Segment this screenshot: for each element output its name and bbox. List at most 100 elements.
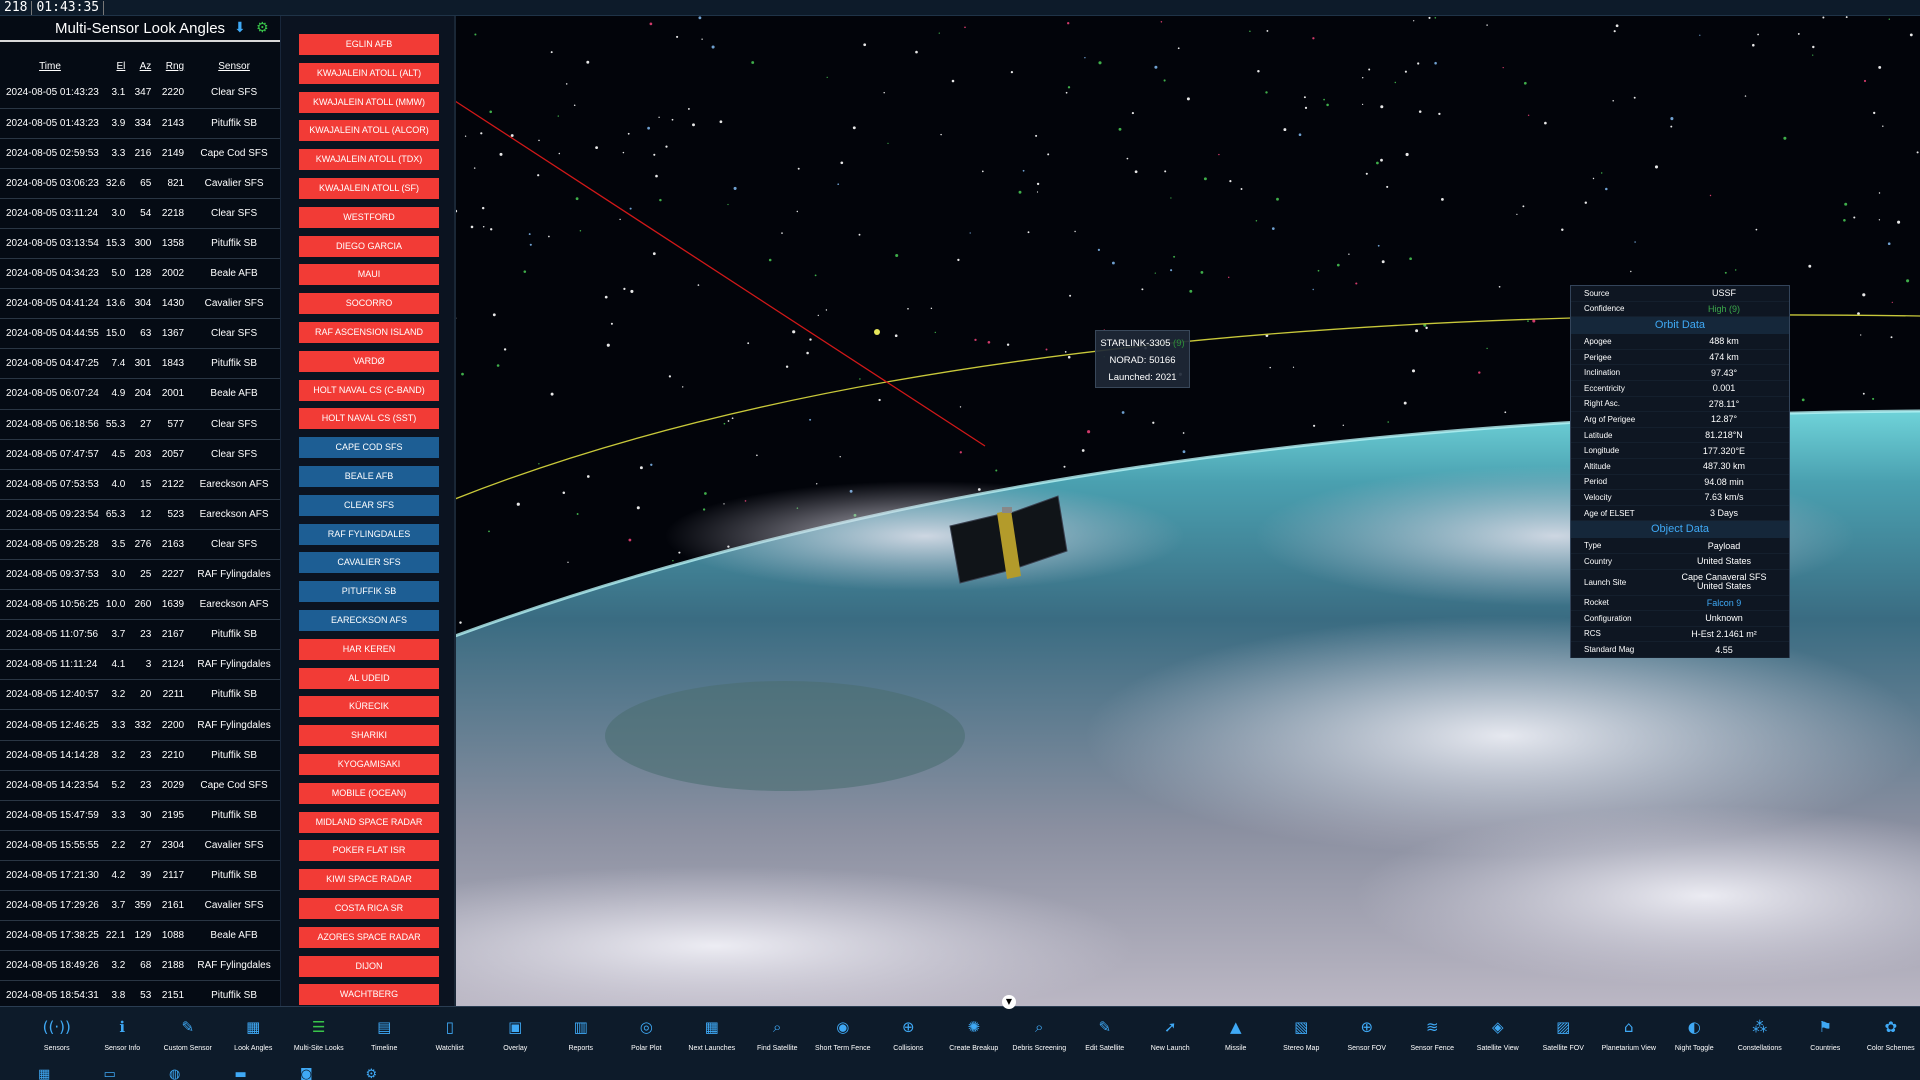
table-row[interactable]: 2024-08-05 09:25:28 3.5 276 2163 Clear SFS [0,529,280,561]
sensor-button[interactable]: CAVALIER SFS [299,552,439,574]
table-row[interactable]: 2024-08-05 01:43:23 3.9 334 2143 Pituffik SB [0,108,280,139]
table-row[interactable]: 2024-08-05 17:38:25 22.1 129 1088 Beale AFB [0,920,280,952]
menu-item-satellite-fov[interactable]: ▨ Satellite FOV [1531,1016,1597,1064]
section-header-orbit[interactable]: Orbit Data [1571,317,1789,335]
sensor-button[interactable]: RAF ASCENSION ISLAND [299,321,439,343]
sensor-button[interactable]: AZORES SPACE RADAR [299,926,439,948]
menu-item-find-satellite[interactable]: ⌕ Find Satellite [745,1016,811,1064]
table-row[interactable]: 2024-08-05 03:13:54 15.3 300 1358 Pituffik S… [0,228,280,260]
column-header-time[interactable]: Time [0,42,100,78]
sensor-button[interactable]: SOCORRO [299,293,439,315]
sensor-button[interactable]: KWAJALEIN ATOLL (TDX) [299,149,439,171]
column-header-sensor[interactable]: Sensor [188,42,280,78]
menu-item-reports[interactable]: ▥ Reports [548,1016,614,1064]
menu-item-new-launch[interactable]: ➚ New Launch [1138,1016,1204,1064]
sensor-button[interactable]: EARECKSON AFS [299,609,439,631]
table-row[interactable]: 2024-08-05 18:54:31 3.8 53 2151 Pituffik SB [0,980,280,1006]
gear-icon[interactable]: ⚙ [366,1068,432,1080]
briefcase-icon[interactable]: ▭ [104,1068,170,1080]
menu-item-multi-site-looks[interactable]: ☰ Multi-Site Looks [286,1016,352,1064]
menu-item-timeline[interactable]: ▤ Timeline [352,1016,418,1064]
sensor-button[interactable]: EGLIN AFB [299,34,439,55]
table-row[interactable]: 2024-08-05 17:21:30 4.2 39 2117 Pituffik SB [0,860,280,892]
table-row[interactable]: 2024-08-05 03:11:24 3.0 54 2218 Clear SFS [0,198,280,229]
table-row[interactable]: 2024-08-05 15:55:55 2.2 27 2304 Cavalier SFS [0,830,280,861]
table-row[interactable]: 2024-08-05 06:07:24 4.9 204 2001 Beale AFB [0,378,280,410]
menu-item-sensor-fence[interactable]: ≋ Sensor Fence [1400,1016,1466,1064]
sensor-button[interactable]: POKER FLAT ISR [299,840,439,862]
section-header-object[interactable]: Object Data [1571,521,1789,539]
menu-item-sensor-info[interactable]: ℹ Sensor Info [90,1016,156,1064]
table-row[interactable]: 2024-08-05 09:37:53 3.0 25 2227 RAF Fylingda… [0,559,280,591]
menu-item-watchlist[interactable]: ▯ Watchlist [417,1016,483,1064]
table-row[interactable]: 2024-08-05 10:56:25 10.0 260 1639 Eareckson … [0,589,280,621]
sensor-button[interactable]: WESTFORD [299,206,439,228]
table-row[interactable]: 2024-08-05 04:47:25 7.4 301 1843 Pituffik SB [0,348,280,380]
sensor-button[interactable]: KWAJALEIN ATOLL (SF) [299,177,439,199]
column-header-rng[interactable]: Rng [155,42,188,78]
menu-item-custom-sensor[interactable]: ✎ Custom Sensor [155,1016,221,1064]
sensor-button[interactable]: RAF FYLINGDALES [299,523,439,545]
download-icon[interactable]: ⬇ [234,20,246,36]
sensor-button[interactable]: PITUFFIK SB [299,581,439,603]
menu-item-stereo-map[interactable]: ▧ Stereo Map [1269,1016,1335,1064]
column-header-el[interactable]: El [100,42,129,78]
sensor-button[interactable]: HAR KEREN [299,638,439,660]
gear-icon[interactable]: ⚙ [256,20,269,36]
table-row[interactable]: 2024-08-05 09:23:54 65.3 12 523 Eareckson AF… [0,499,280,530]
globe-icon[interactable]: ◍ [169,1068,235,1080]
sensor-button[interactable]: AL UDEID [299,667,439,689]
table-row[interactable]: 2024-08-05 11:11:24 4.1 3 2124 RAF Fylingdal… [0,649,280,681]
menu-item-collisions[interactable]: ⊕ Collisions [876,1016,942,1064]
menu-item-look-angles[interactable]: ▦ Look Angles [221,1016,287,1064]
menu-item-overlay[interactable]: ▣ Overlay [483,1016,549,1064]
sensor-button[interactable]: MAUI [299,264,439,286]
rocket-link[interactable]: Falcon 9 [1659,598,1789,608]
sensor-button[interactable]: DIEGO GARCIA [299,235,439,257]
sensor-button[interactable]: HOLT NAVAL CS (SST) [299,408,439,430]
table-row[interactable]: 2024-08-05 02:59:53 3.3 216 2149 Cape Cod SF… [0,138,280,169]
calendar-icon[interactable]: ▦ [38,1068,104,1080]
menu-item-next-launches[interactable]: ▦ Next Launches [679,1016,745,1064]
table-row[interactable]: 2024-08-05 17:29:26 3.7 359 2161 Cavalier SF… [0,890,280,922]
menu-item-satellite-view[interactable]: ◈ Satellite View [1465,1016,1531,1064]
table-row[interactable]: 2024-08-05 01:43:23 3.1 347 2220 Clear SFS [0,78,280,109]
table-row[interactable]: 2024-08-05 14:14:28 3.2 23 2210 Pituffik SB [0,740,280,771]
sensor-button[interactable]: KIWI SPACE RADAR [299,869,439,891]
screen-icon[interactable]: ▬ [235,1068,301,1080]
sensor-button[interactable]: WACHTBERG [299,984,439,1006]
menu-item-sensor-fov[interactable]: ⊕ Sensor FOV [1334,1016,1400,1064]
table-row[interactable]: 2024-08-05 07:47:57 4.5 203 2057 Clear SFS [0,439,280,470]
camera-icon[interactable]: ◙ [300,1068,366,1080]
menu-item-polar-plot[interactable]: ◎ Polar Plot [614,1016,680,1064]
menu-item-color-schemes[interactable]: ✿ Color Schemes [1858,1016,1920,1064]
sensor-button[interactable]: DIJON [299,955,439,977]
table-row[interactable]: 2024-08-05 14:23:54 5.2 23 2029 Cape Cod SFS [0,770,280,801]
sensor-button[interactable]: COSTA RICA SR [299,897,439,919]
sensor-button[interactable]: KYOGAMISAKI [299,753,439,775]
table-row[interactable]: 2024-08-05 15:47:59 3.3 30 2195 Pituffik SB [0,800,280,831]
menu-item-create-breakup[interactable]: ✺ Create Breakup [941,1016,1007,1064]
menu-item-short-term-fence[interactable]: ◉ Short Term Fence [810,1016,876,1064]
menu-item-constellations[interactable]: ⁂ Constellations [1727,1016,1793,1064]
table-row[interactable]: 2024-08-05 04:34:23 5.0 128 2002 Beale AFB [0,258,280,290]
sensor-button[interactable]: CAPE COD SFS [299,437,439,459]
menu-item-planetarium-view[interactable]: ⌂ Planetarium View [1596,1016,1662,1064]
sensor-button[interactable]: HOLT NAVAL CS (C-BAND) [299,379,439,401]
menu-item-edit-satellite[interactable]: ✎ Edit Satellite [1072,1016,1138,1064]
scrollbar[interactable] [454,16,456,1006]
table-row[interactable]: 2024-08-05 07:53:53 4.0 15 2122 Eareckson AF… [0,469,280,500]
sensor-button[interactable]: CLEAR SFS [299,494,439,516]
expand-menu-toggle[interactable]: ▼ [1002,995,1016,1009]
menu-item-sensors[interactable]: ((·)) Sensors [24,1016,90,1064]
sensor-button[interactable]: BEALE AFB [299,465,439,487]
menu-item-missile[interactable]: ▲ Missile [1203,1016,1269,1064]
sensor-button[interactable]: MIDLAND SPACE RADAR [299,811,439,833]
table-row[interactable]: 2024-08-05 06:18:56 55.3 27 577 Clear SFS [0,409,280,440]
sensor-button[interactable]: KÜRECIK [299,696,439,718]
sim-clock[interactable]: 01:43:35 [32,0,103,15]
table-row[interactable]: 2024-08-05 18:49:26 3.2 68 2188 RAF Fylingda… [0,950,280,982]
table-row[interactable]: 2024-08-05 12:46:25 3.3 332 2200 RAF Fylingd… [0,709,280,741]
sensor-button[interactable]: KWAJALEIN ATOLL (MMW) [299,91,439,113]
menu-item-debris-screening[interactable]: ⌕ Debris Screening [1007,1016,1073,1064]
